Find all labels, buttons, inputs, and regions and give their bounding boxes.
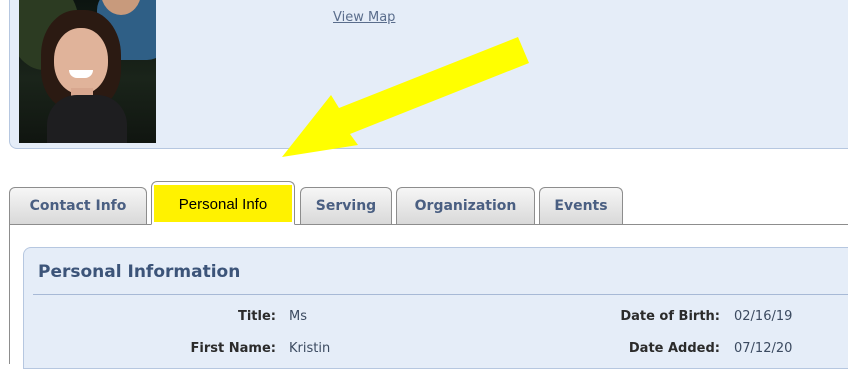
- date-of-birth-label: Date of Birth:: [620, 309, 720, 324]
- section-title: Personal Information: [38, 262, 241, 282]
- tab-label: Organization: [414, 198, 517, 214]
- tab-label: Serving: [315, 198, 377, 214]
- date-added-label: Date Added:: [628, 341, 720, 356]
- tab-personal-info[interactable]: Personal Info: [151, 181, 295, 225]
- view-map-link[interactable]: View Map: [333, 10, 395, 25]
- tab-contact-info[interactable]: Contact Info: [9, 187, 147, 224]
- tab-label: Contact Info: [29, 198, 127, 214]
- tab-organization[interactable]: Organization: [396, 187, 535, 224]
- first-name-value: Kristin: [289, 341, 331, 356]
- date-of-birth-value: 02/16/19: [734, 309, 793, 324]
- section-divider: [33, 294, 848, 295]
- date-added-value: 07/12/20: [734, 341, 793, 356]
- title-value: Ms: [289, 309, 307, 324]
- tab-label: Events: [554, 198, 608, 214]
- title-label: Title:: [237, 309, 276, 324]
- tab-events[interactable]: Events: [539, 187, 623, 224]
- tab-label: Personal Info: [178, 196, 268, 213]
- tab-serving[interactable]: Serving: [300, 187, 392, 224]
- first-name-label: First Name:: [190, 341, 276, 356]
- tab-highlight: Personal Info: [154, 185, 292, 222]
- tab-bar-divider: [9, 224, 848, 225]
- profile-photo: [19, 0, 156, 143]
